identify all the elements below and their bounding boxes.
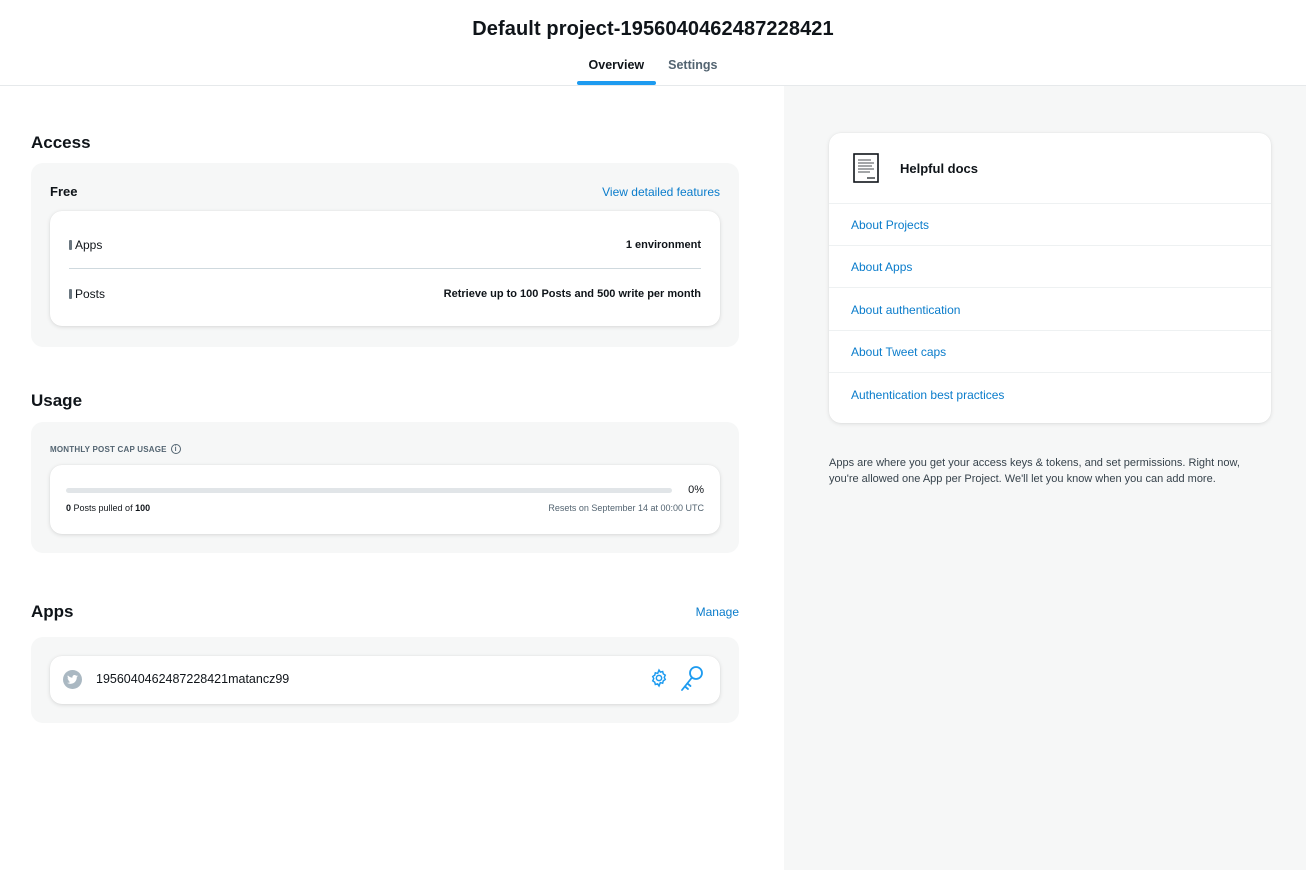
doc-link-about-authentication[interactable]: About authentication (829, 289, 1271, 331)
doc-link-about-tweet-caps[interactable]: About Tweet caps (829, 331, 1271, 373)
usage-summary: 0 Posts pulled of 100 (66, 503, 150, 513)
apps-heading: Apps (31, 602, 74, 621)
row-divider (69, 268, 701, 269)
app-name[interactable]: 1956040462487228421matancz99 (96, 672, 289, 686)
gear-icon[interactable] (649, 668, 669, 693)
usage-card: MONTHLY POST CAP USAGE i 0% 0 Posts pull… (31, 422, 739, 553)
access-row-posts: Posts Retrieve up to 100 Posts and 500 w… (69, 284, 701, 304)
usage-label: MONTHLY POST CAP USAGE i (50, 444, 181, 454)
access-row-label: Posts (75, 287, 106, 301)
access-card: Free View detailed features Apps 1 envir… (31, 163, 739, 347)
helpful-docs-card: Helpful docs About Projects About Apps A… (829, 133, 1271, 423)
apps-card: 1956040462487228421matancz99 (31, 637, 739, 723)
access-details-card: Apps 1 environment Posts Retrieve up to … (50, 211, 720, 326)
apps-info-note: Apps are where you get your access keys … (829, 457, 1240, 485)
project-title: Default project-1956040462487228421 (472, 18, 834, 40)
access-row-label: Apps (75, 238, 103, 252)
view-detailed-features-link[interactable]: View detailed features (602, 185, 720, 199)
doc-link-label[interactable]: About Tweet caps (851, 345, 946, 359)
docs-title: Helpful docs (900, 161, 979, 176)
main-content: Access Free View detailed features Apps … (0, 86, 784, 870)
usage-heading: Usage (31, 391, 83, 410)
row-marker (69, 289, 72, 299)
page-header: Default project-1956040462487228421 Over… (0, 0, 1306, 86)
doc-link-label[interactable]: About Apps (851, 260, 912, 274)
posts-cap: 100 (135, 503, 151, 513)
usage-details-card: 0% 0 Posts pulled of 100 Resets on Septe… (50, 465, 720, 534)
info-icon[interactable]: i (170, 444, 181, 454)
tab-bar: Overview Settings (0, 54, 1306, 85)
doc-link-label[interactable]: Authentication best practices (851, 388, 1004, 402)
tab-settings[interactable]: Settings (656, 54, 729, 84)
plan-name: Free (50, 184, 78, 199)
row-marker (69, 240, 72, 250)
access-row-apps: Apps 1 environment (69, 235, 701, 255)
doc-link-label[interactable]: About authentication (851, 303, 960, 317)
usage-percent: 0% (688, 484, 704, 496)
usage-label-text: MONTHLY POST CAP USAGE (50, 444, 167, 454)
app-row[interactable]: 1956040462487228421matancz99 (50, 656, 720, 704)
access-row-value: Retrieve up to 100 Posts and 500 write p… (443, 288, 701, 300)
usage-progress-bar (66, 488, 672, 493)
manage-apps-link[interactable]: Manage (696, 605, 739, 619)
access-row-value: 1 environment (625, 239, 701, 251)
usage-reset-text: Resets on September 14 at 00:00 UTC (548, 503, 704, 513)
right-sidebar: Helpful docs About Projects About Apps A… (784, 86, 1306, 870)
doc-link-label[interactable]: About Projects (851, 218, 929, 232)
posts-pulled-text: Posts pulled of (73, 503, 133, 513)
access-heading: Access (31, 133, 91, 152)
docs-header: Helpful docs (829, 133, 1271, 204)
document-icon (853, 153, 879, 188)
doc-link-auth-best-practices[interactable]: Authentication best practices (829, 374, 1271, 416)
tab-overview[interactable]: Overview (576, 54, 657, 85)
posts-pulled-count: 0 (66, 503, 72, 513)
doc-link-about-apps[interactable]: About Apps (829, 246, 1271, 288)
key-icon[interactable] (679, 665, 705, 698)
twitter-bird-icon (63, 670, 82, 689)
doc-link-about-projects[interactable]: About Projects (829, 204, 1271, 246)
